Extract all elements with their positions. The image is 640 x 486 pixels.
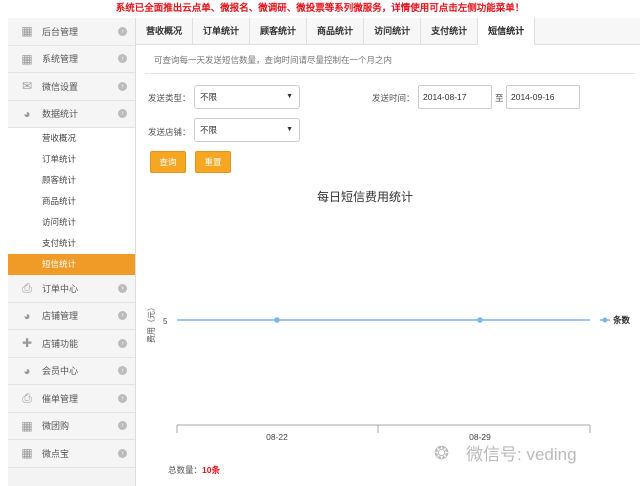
caret-down-icon: ▼ — [286, 126, 293, 133]
tab-item[interactable]: 营收概况 — [136, 18, 194, 45]
submenu-item[interactable]: 商品统计 — [8, 191, 135, 212]
sidebar-item-label: 微团购 — [42, 421, 70, 432]
submenu-item[interactable]: 短信统计 — [8, 254, 135, 275]
send-time-label: 发送时间： — [372, 93, 415, 103]
sms-cost-chart: 每日短信费用统计 费用（元） 5 08-22 08-29 条数 — [146, 189, 631, 442]
sidebar-item-label: 会员中心 — [42, 366, 79, 377]
legend-label: 条数 — [613, 315, 631, 325]
sidebar-item-top-2[interactable]: ✉ 微信设置 › — [8, 73, 135, 101]
chevron-circle-icon: › — [118, 393, 127, 403]
send-store-label: 发送店铺： — [148, 127, 191, 137]
sidebar-item-bottom-1[interactable]: ◕ 店铺管理 › — [8, 302, 135, 330]
sidebar-item-label: 系统管理 — [42, 54, 79, 65]
mail-icon: ✉ — [21, 79, 33, 94]
reset-button[interactable]: 重置 — [195, 151, 231, 173]
caret-down-icon: ▼ — [286, 93, 293, 100]
chevron-circle-icon: › — [118, 26, 127, 36]
sidebar: ▦ 后台管理 › ▦ 系统管理 › ✉ 微信设置 › ◕ 数据统计 › 营收概况 订单统计 顾客统计 商品统计… — [8, 18, 136, 486]
sidebar-item-label: 催单管理 — [42, 393, 79, 404]
chevron-circle-icon: › — [118, 311, 127, 321]
grid-icon: ▦ — [21, 418, 33, 433]
pie-icon: ◕ — [23, 106, 31, 121]
sidebar-item-label: 数据统计 — [42, 109, 79, 120]
chevron-circle-icon: › — [118, 283, 127, 293]
tab-item[interactable]: 短信统计 — [478, 18, 536, 46]
wechat-icon: ❂ — [434, 442, 450, 463]
grid-icon: ▦ — [21, 51, 33, 66]
pie-icon: ◕ — [23, 308, 31, 323]
stats-tabs: 营收概况 订单统计 顾客统计 商品统计 访问统计 支付统计 短信统计 — [136, 18, 640, 46]
chevron-circle-icon: › — [118, 366, 127, 376]
chevron-circle-icon: › — [118, 109, 127, 119]
send-store-select[interactable]: 不限 ▼ — [194, 118, 300, 142]
pie-icon: ◕ — [23, 363, 31, 378]
sidebar-item-label: 后台管理 — [42, 26, 79, 37]
wechat-watermark: ❂ 微信号: veding — [434, 442, 577, 465]
sidebar-item-bottom-4[interactable]: ⎙ 催单管理 › — [8, 385, 135, 413]
grid-icon: ▦ — [21, 446, 33, 461]
sidebar-item-top-3[interactable]: ◕ 数据统计 › — [8, 100, 135, 128]
date-separator: 至 — [495, 93, 504, 103]
printer-icon: ⎙ — [22, 281, 32, 296]
chevron-circle-icon: › — [118, 54, 127, 64]
total-count-value: 10条 — [202, 465, 220, 475]
data-point — [274, 317, 280, 323]
total-count: 总数量：10条 — [168, 465, 220, 475]
sidebar-item-bottom-2[interactable]: ✚ 店铺功能 › — [8, 330, 135, 358]
submenu-item[interactable]: 订单统计 — [8, 149, 135, 170]
printer-icon: ⎙ — [22, 391, 32, 406]
date-to-input[interactable]: 2014-09-16 — [506, 85, 580, 109]
sidebar-item-bottom-0[interactable]: ⎙ 订单中心 › — [8, 275, 135, 303]
send-type-select[interactable]: 不限 ▼ — [194, 85, 300, 109]
divider — [145, 73, 635, 74]
sidebar-item-label: 微信设置 — [42, 81, 79, 92]
submenu-item[interactable]: 访问统计 — [8, 212, 135, 233]
chart-title: 每日短信费用统计 — [317, 189, 413, 204]
sidebar-item-label: 店铺管理 — [42, 311, 79, 322]
tab-item[interactable]: 订单统计 — [193, 18, 251, 45]
sidebar-item-label: 店铺功能 — [42, 338, 79, 349]
query-hint: 可查询每一天发送短信数量，查询时间请尽量控制在一个月之内 — [154, 55, 393, 65]
sidebar-item-bottom-5[interactable]: ▦ 微团购 › — [8, 412, 135, 440]
plus-icon: ✚ — [21, 336, 33, 351]
grid-icon: ▦ — [21, 24, 33, 39]
legend-marker — [602, 317, 608, 323]
sidebar-item-top-0[interactable]: ▦ 后台管理 › — [8, 18, 135, 46]
tab-item[interactable]: 顾客统计 — [250, 18, 308, 45]
submenu-item[interactable]: 支付统计 — [8, 233, 135, 254]
sidebar-item-bottom-3[interactable]: ◕ 会员中心 › — [8, 357, 135, 385]
announcement-banner[interactable]: 系统已全面推出云点单、微报名、微调研、微投票等系列微服务，详情使用可点击左侧功能… — [0, 0, 640, 18]
date-from-input[interactable]: 2014-08-17 — [418, 85, 492, 109]
send-type-label: 发送类型： — [148, 93, 191, 103]
tab-item[interactable]: 访问统计 — [364, 18, 422, 45]
chart-y-tick-label: 5 — [163, 317, 168, 326]
submenu-item[interactable]: 营收概况 — [8, 128, 135, 149]
submenu-item[interactable]: 顾客统计 — [8, 170, 135, 191]
tab-item[interactable]: 支付统计 — [421, 18, 479, 45]
chevron-circle-icon: › — [118, 338, 127, 348]
chart-y-axis-label: 费用（元） — [146, 303, 156, 343]
sidebar-item-label: 微点宝 — [42, 448, 70, 459]
chevron-circle-icon: › — [118, 448, 127, 458]
x-tick-label: 08-22 — [266, 432, 288, 442]
sidebar-item-label: 订单中心 — [42, 283, 79, 294]
chevron-circle-icon: › — [118, 81, 127, 91]
data-point — [477, 317, 483, 323]
stats-submenu: 营收概况 订单统计 顾客统计 商品统计 访问统计 支付统计 短信统计 — [8, 128, 135, 275]
sidebar-item-top-1[interactable]: ▦ 系统管理 › — [8, 45, 135, 73]
sidebar-item-bottom-6[interactable]: ▦ 微点宝 › — [8, 440, 135, 468]
query-button[interactable]: 查询 — [150, 151, 186, 173]
chevron-circle-icon: › — [118, 421, 127, 431]
tab-item[interactable]: 商品统计 — [307, 18, 365, 45]
